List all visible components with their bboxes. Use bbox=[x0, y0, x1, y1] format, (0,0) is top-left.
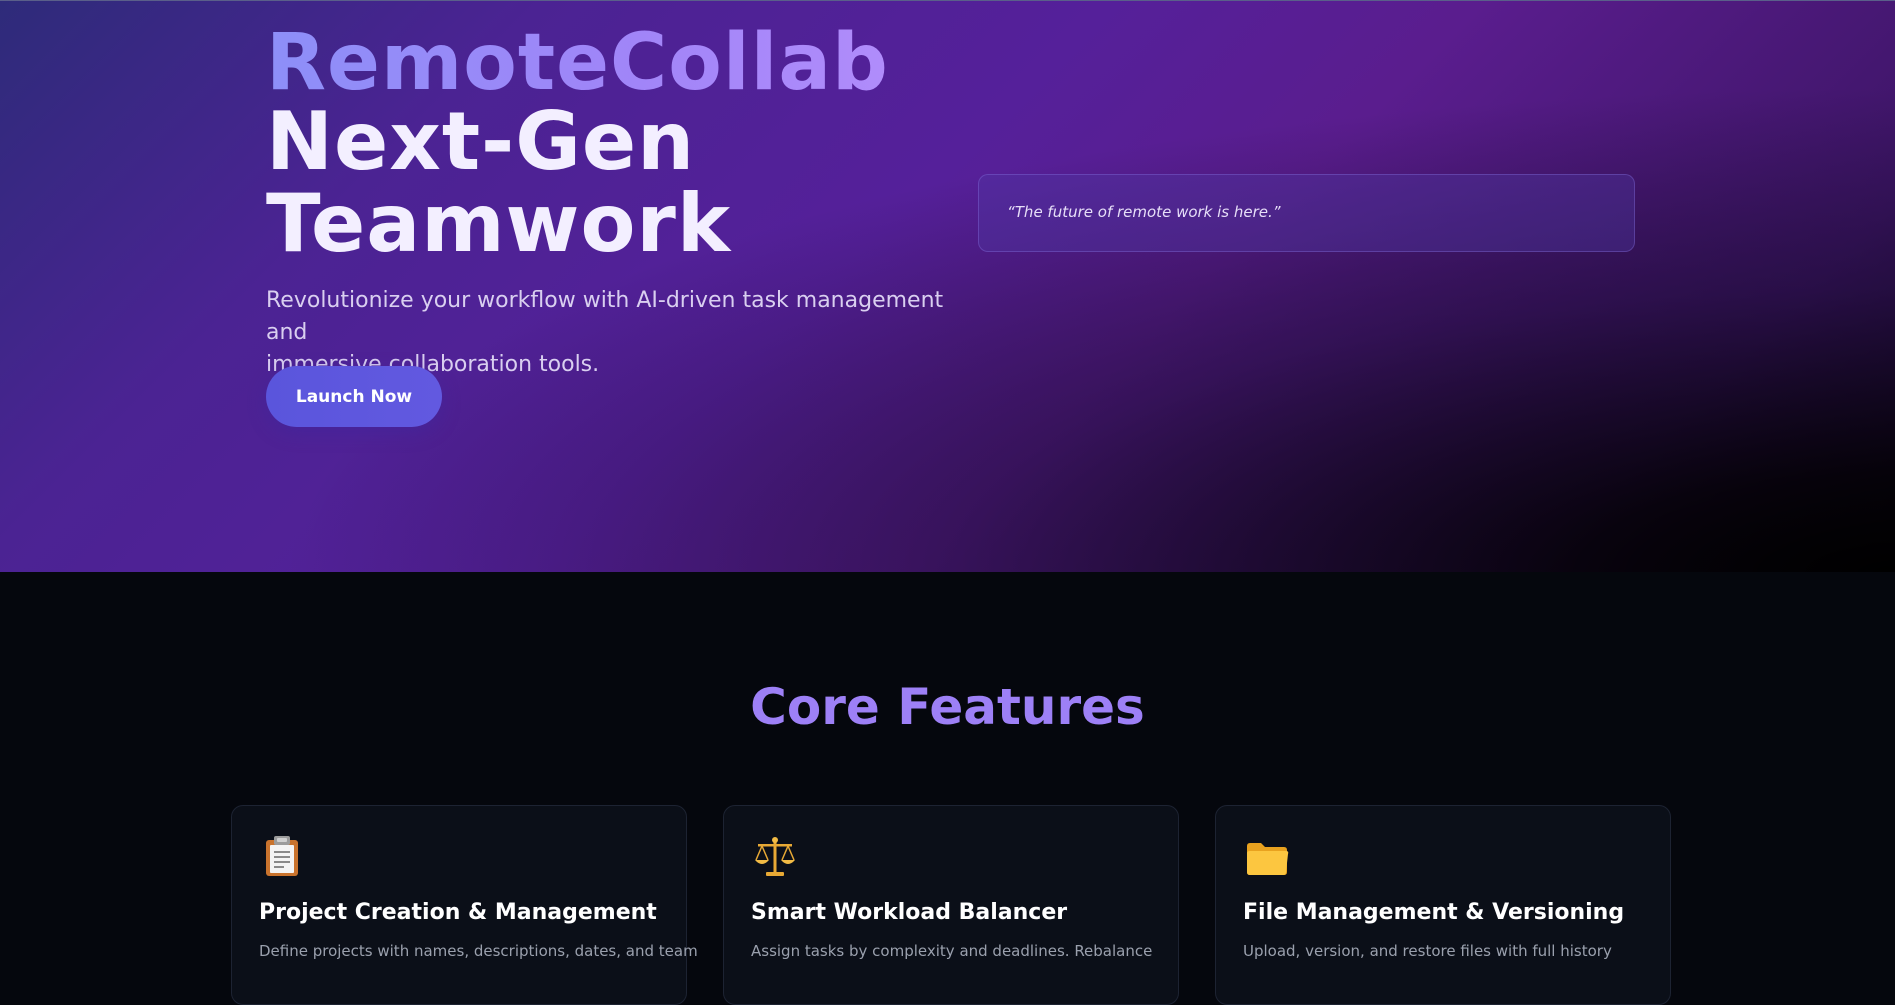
hero-section: RemoteCollab Next-Gen Teamwork Revolutio… bbox=[0, 0, 1895, 572]
feature-card-title: Smart Workload Balancer bbox=[751, 900, 1068, 925]
feature-card-desc: Define projects with names, descriptions… bbox=[259, 942, 698, 960]
scales-icon bbox=[755, 837, 795, 876]
folder-icon bbox=[1247, 843, 1289, 875]
headline-line-1: Next-Gen bbox=[266, 95, 696, 188]
feature-card-title: Project Creation & Management bbox=[259, 900, 657, 925]
feature-card-files[interactable]: File Management & Versioning Upload, ver… bbox=[1215, 805, 1671, 1005]
feature-card-project[interactable]: Project Creation & Management Define pro… bbox=[231, 805, 698, 1005]
hero-headline: Next-Gen Teamwork bbox=[266, 101, 731, 265]
feature-card-desc: Upload, version, and restore files with … bbox=[1243, 942, 1612, 960]
feature-card-title: File Management & Versioning bbox=[1243, 900, 1625, 925]
feature-card-workload[interactable]: Smart Workload Balancer Assign tasks by … bbox=[723, 805, 1179, 1005]
launch-now-button[interactable]: Launch Now bbox=[266, 366, 442, 427]
tagline-line-1: Revolutionize your workflow with AI-driv… bbox=[266, 288, 944, 345]
clipboard-icon bbox=[266, 836, 298, 876]
feature-card-desc: Assign tasks by complexity and deadlines… bbox=[751, 942, 1153, 960]
headline-line-2: Teamwork bbox=[266, 177, 732, 270]
quote-card: “The future of remote work is here.” bbox=[978, 174, 1635, 252]
section-title: Core Features bbox=[750, 678, 1145, 736]
features-section: Core Features Project Creation & Managem… bbox=[0, 572, 1895, 1005]
